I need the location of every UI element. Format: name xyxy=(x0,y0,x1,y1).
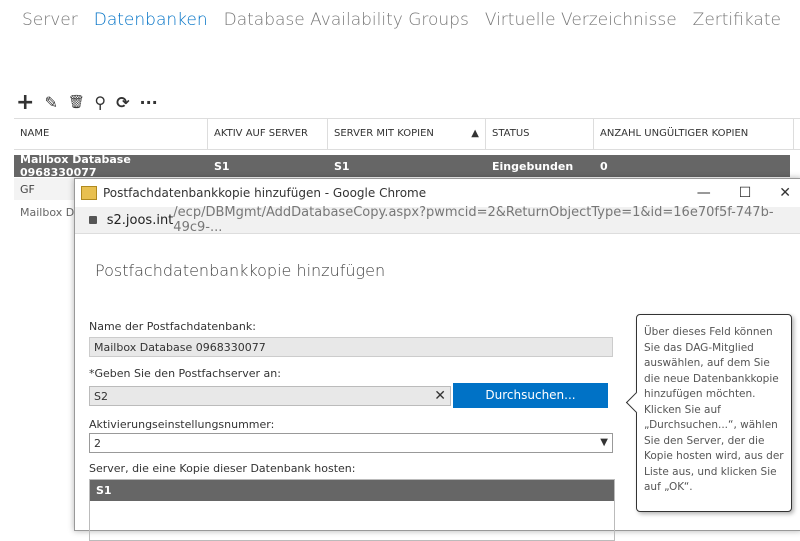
edit-icon[interactable]: ✎ xyxy=(44,93,57,112)
search-icon[interactable]: ⚲ xyxy=(94,93,106,112)
list-item[interactable]: S1 xyxy=(90,480,614,501)
nav-dag[interactable]: Database Availability Groups xyxy=(224,10,469,30)
clear-icon[interactable]: ✕ xyxy=(434,389,446,403)
cell-status: Eingebunden xyxy=(492,159,574,173)
cell-invalid: 0 xyxy=(600,159,608,173)
delete-icon[interactable]: 🗑 xyxy=(68,95,85,110)
add-icon[interactable]: + xyxy=(16,90,34,115)
col-server-copies[interactable]: SERVER MIT KOPIEN ▲ xyxy=(328,119,486,149)
db-name-field: Mailbox Database 0968330077 xyxy=(89,337,613,357)
cell-copies: S1 xyxy=(334,159,350,173)
cell-active: S1 xyxy=(214,159,230,173)
lock-icon xyxy=(89,216,97,224)
chevron-down-icon: ▼ xyxy=(600,437,608,448)
server-label: *Geben Sie den Postfachserver an: xyxy=(89,367,281,380)
col-invalid-copies[interactable]: ANZAHL UNGÜLTIGER KOPIEN xyxy=(594,119,794,149)
hosts-list: S1 xyxy=(89,479,615,541)
nav-server[interactable]: Server xyxy=(22,10,78,30)
toolbar: + ✎ 🗑 ⚲ ⟳ ··· xyxy=(16,90,158,115)
activation-select[interactable]: 2 ▼ xyxy=(89,433,613,453)
activation-value: 2 xyxy=(94,437,101,450)
window-titlebar[interactable]: Postfachdatenbankkopie hinzufügen - Goog… xyxy=(75,179,800,207)
browse-button[interactable]: Durchsuchen... xyxy=(453,383,608,408)
server-input-value: S2 xyxy=(94,390,108,403)
url-bar[interactable]: s2.joos.int/ecp/DBMgmt/AddDatabaseCopy.a… xyxy=(75,205,800,235)
cell-name: Mailbox Database 0968330077 xyxy=(20,153,131,179)
close-button[interactable]: ✕ xyxy=(779,185,791,201)
sort-asc-icon: ▲ xyxy=(471,128,479,139)
nav-datenbanken[interactable]: Datenbanken xyxy=(94,10,208,30)
table-row[interactable]: Mailbox Database 0968330077 S1 S1 Eingeb… xyxy=(14,153,790,179)
window-title: Postfachdatenbankkopie hinzufügen - Goog… xyxy=(103,186,427,200)
help-tooltip: Über dieses Feld können Sie das DAG-Mitg… xyxy=(636,314,792,512)
more-icon[interactable]: ··· xyxy=(139,93,157,112)
db-name-label: Name der Postfachdatenbank: xyxy=(89,320,256,333)
cell-name: Mailbox D xyxy=(20,205,75,219)
cell-name: GF xyxy=(20,182,35,196)
url-path: /ecp/DBMgmt/AddDatabaseCopy.aspx?pwmcid=… xyxy=(173,205,774,235)
col-name[interactable]: NAME xyxy=(14,119,208,149)
dialog-heading: Postfachdatenbankkopie hinzufügen xyxy=(95,261,386,280)
col-active-server[interactable]: AKTIV AUF SERVER xyxy=(208,119,328,149)
mail-app-icon xyxy=(81,186,97,200)
col-status[interactable]: STATUS xyxy=(486,119,594,149)
maximize-button[interactable]: ☐ xyxy=(739,185,752,201)
top-nav: Server Datenbanken Database Availability… xyxy=(22,10,781,30)
col-server-copies-label: SERVER MIT KOPIEN xyxy=(334,128,434,139)
activation-label: Aktivierungseinstellungsnummer: xyxy=(89,418,275,431)
hosts-label: Server, die eine Kopie dieser Datenbank … xyxy=(89,462,356,475)
url-host: s2.joos.int xyxy=(106,212,174,228)
minimize-button[interactable]: — xyxy=(697,185,711,201)
nav-virtual-dirs[interactable]: Virtuelle Verzeichnisse xyxy=(485,10,677,30)
table-header: NAME AKTIV AUF SERVER SERVER MIT KOPIEN ▲… xyxy=(14,118,800,150)
nav-certificates[interactable]: Zertifikate xyxy=(693,10,781,30)
server-input[interactable]: S2 ✕ xyxy=(89,386,451,406)
refresh-icon[interactable]: ⟳ xyxy=(116,93,129,112)
